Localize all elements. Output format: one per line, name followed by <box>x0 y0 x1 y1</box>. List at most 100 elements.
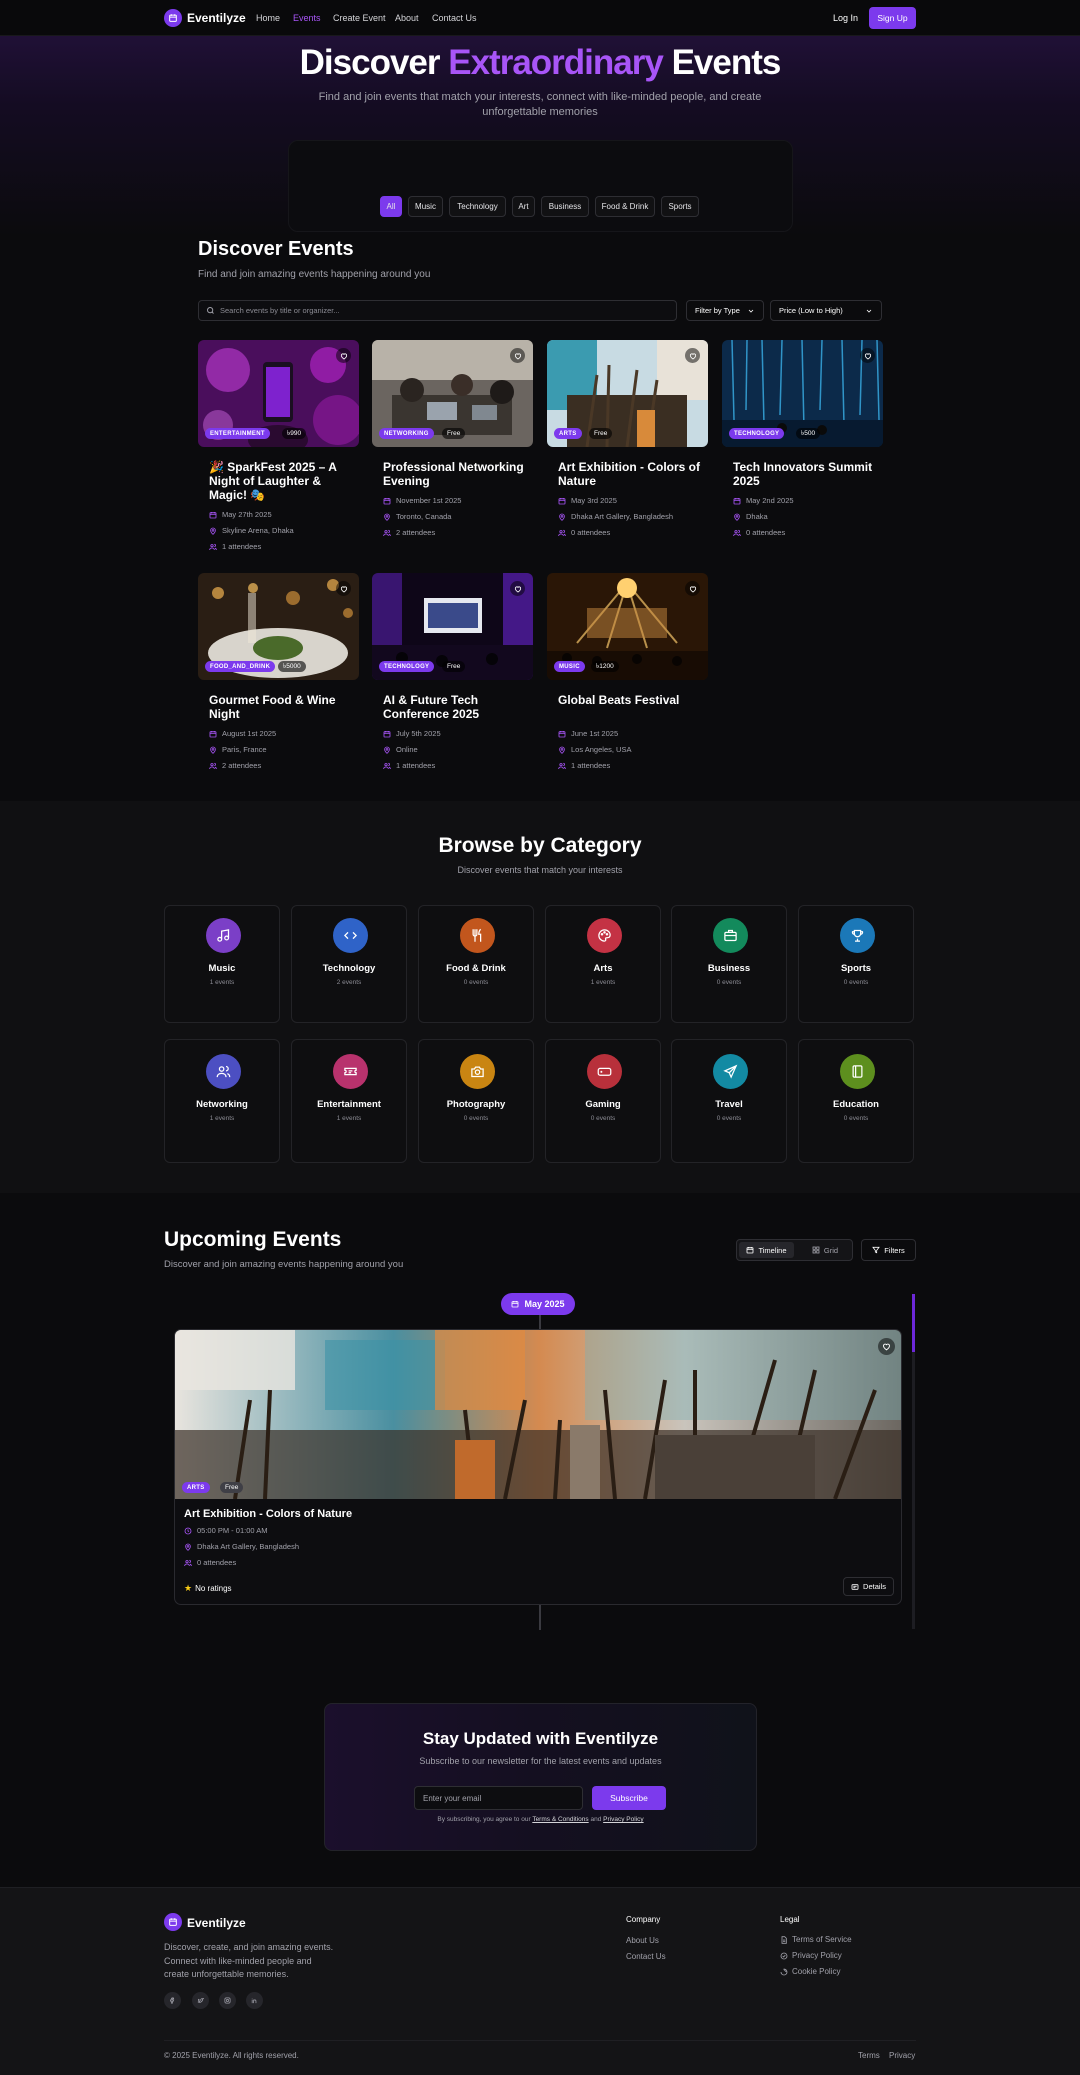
category-name: Education <box>833 1099 879 1110</box>
terms-link[interactable]: Terms & Conditions <box>532 1816 588 1823</box>
filter-business[interactable]: Business <box>541 196 589 217</box>
filter-all[interactable]: All <box>380 196 402 217</box>
footer-link-contact[interactable]: Contact Us <box>626 1952 666 1961</box>
footer-link-privacy[interactable]: Privacy Policy <box>780 1951 842 1960</box>
search-input[interactable]: Search events by title or organizer... <box>198 300 677 321</box>
category-card-arts[interactable]: Arts 1 events <box>545 905 661 1023</box>
nav-link-events[interactable]: Events <box>293 13 321 23</box>
category-name: Business <box>707 963 751 974</box>
signup-button[interactable]: Sign Up <box>869 7 916 29</box>
event-title[interactable]: AI & Future Tech Conference 2025 <box>383 693 533 721</box>
brand-name[interactable]: Eventilyze <box>187 11 246 25</box>
instagram-icon[interactable] <box>219 1992 236 2009</box>
consent-text: By subscribing, you agree to our <box>437 1816 533 1823</box>
music-icon <box>206 918 241 953</box>
favorite-button[interactable] <box>685 348 700 363</box>
favorite-button[interactable] <box>685 581 700 596</box>
event-title[interactable]: Art Exhibition - Colors of Nature <box>184 1508 352 1520</box>
footer-brand: Eventilyze <box>187 1916 246 1930</box>
privacy-link[interactable]: Privacy Policy <box>603 1816 643 1823</box>
nav-link-home[interactable]: Home <box>256 13 280 23</box>
heart-icon <box>689 352 697 360</box>
price-badge: Free <box>589 428 613 439</box>
timeline-event-card[interactable]: ARTS Free Art Exhibition - Colors of Nat… <box>174 1329 902 1605</box>
event-date: July 5th 2025 <box>383 729 441 738</box>
category-card-gaming[interactable]: Gaming 0 events <box>545 1039 661 1163</box>
event-attendees-text: 1 attendees <box>222 542 262 551</box>
event-date: August 1st 2025 <box>209 729 276 738</box>
grid-view-button[interactable]: Grid <box>800 1242 850 1258</box>
filter-sports[interactable]: Sports <box>661 196 699 217</box>
subscribe-button[interactable]: Subscribe <box>592 1786 666 1810</box>
chevron-down-icon <box>865 307 873 315</box>
favorite-button[interactable] <box>860 348 875 363</box>
calendar-icon <box>209 511 217 519</box>
palette-icon <box>587 918 622 953</box>
filter-art[interactable]: Art <box>512 196 535 217</box>
category-card-networking[interactable]: Networking 1 events <box>164 1039 280 1163</box>
nav-link-create-event[interactable]: Create Event <box>333 13 386 23</box>
category-card-music[interactable]: Music 1 events <box>164 905 280 1023</box>
heart-icon <box>514 352 522 360</box>
event-date-text: May 3rd 2025 <box>571 496 617 505</box>
favorite-button[interactable] <box>878 1338 895 1355</box>
event-title[interactable]: Professional Networking Evening <box>383 460 533 488</box>
filters-button[interactable]: Filters <box>861 1239 916 1261</box>
filter-music[interactable]: Music <box>408 196 443 217</box>
logo-icon[interactable] <box>164 9 182 27</box>
category-card-sports[interactable]: Sports 0 events <box>798 905 914 1023</box>
price-badge: Free <box>220 1482 244 1493</box>
event-title[interactable]: Global Beats Festival <box>558 693 708 707</box>
category-card-photography[interactable]: Photography 0 events <box>418 1039 534 1163</box>
login-button[interactable]: Log In <box>833 13 858 23</box>
category-card-travel[interactable]: Travel 0 events <box>671 1039 787 1163</box>
footer-bottom-privacy[interactable]: Privacy <box>889 2051 915 2060</box>
footer-link-cookie[interactable]: Cookie Policy <box>780 1967 840 1976</box>
favorite-button[interactable] <box>510 581 525 596</box>
category-name: Photography <box>446 1099 506 1110</box>
email-input[interactable]: Enter your email <box>414 1786 583 1810</box>
category-badge: ARTS <box>182 1482 210 1493</box>
category-card-business[interactable]: Business 0 events <box>671 905 787 1023</box>
category-badge: ENTERTAINMENT <box>205 428 270 439</box>
nav-link-about[interactable]: About <box>395 13 419 23</box>
footer-bottom-terms[interactable]: Terms <box>858 2051 880 2060</box>
nav-link-contact[interactable]: Contact Us <box>432 13 477 23</box>
twitter-icon[interactable] <box>192 1992 209 2009</box>
newsletter-consent: By subscribing, you agree to our Terms &… <box>324 1816 757 1823</box>
favorite-button[interactable] <box>336 581 351 596</box>
event-title[interactable]: Gourmet Food & Wine Night <box>209 693 359 721</box>
facebook-icon[interactable] <box>164 1992 181 2009</box>
star-icon: ★ <box>184 1583 193 1593</box>
favorite-button[interactable] <box>510 348 525 363</box>
category-name: Networking <box>196 1099 248 1110</box>
event-location: Los Angeles, USA <box>558 745 631 754</box>
linkedin-icon[interactable] <box>246 1992 263 2009</box>
type-filter-select[interactable]: Filter by Type <box>686 300 764 321</box>
scroll-thumb[interactable] <box>912 1294 915 1352</box>
footer-link-about[interactable]: About Us <box>626 1936 659 1945</box>
price-badge: Free <box>442 428 466 439</box>
category-card-food-drink[interactable]: Food & Drink 0 events <box>418 905 534 1023</box>
sort-select[interactable]: Price (Low to High) <box>770 300 882 321</box>
category-name: Entertainment <box>317 1099 381 1110</box>
event-title[interactable]: Tech Innovators Summit 2025 <box>733 460 883 488</box>
event-rating: ★ No ratings <box>184 1583 232 1594</box>
discover-title: Discover Events <box>198 238 354 260</box>
details-button[interactable]: Details <box>843 1577 894 1596</box>
filter-food-drink[interactable]: Food & Drink <box>595 196 655 217</box>
category-card-education[interactable]: Education 0 events <box>798 1039 914 1163</box>
favorite-button[interactable] <box>336 348 351 363</box>
details-label: Details <box>863 1582 886 1591</box>
event-title[interactable]: Art Exhibition - Colors of Nature <box>558 460 708 488</box>
category-count: 0 events <box>463 979 489 986</box>
category-card-entertainment[interactable]: Entertainment 1 events <box>291 1039 407 1163</box>
filter-technology[interactable]: Technology <box>449 196 506 217</box>
newsletter-subtitle: Subscribe to our newsletter for the late… <box>419 1756 662 1766</box>
footer-logo-icon[interactable] <box>164 1913 182 1931</box>
timeline-view-button[interactable]: Timeline <box>739 1242 794 1258</box>
category-card-technology[interactable]: Technology 2 events <box>291 905 407 1023</box>
footer-link-terms[interactable]: Terms of Service <box>780 1935 852 1944</box>
event-date: May 27th 2025 <box>209 510 272 519</box>
event-title[interactable]: 🎉 SparkFest 2025 – A Night of Laughter &… <box>209 460 359 502</box>
